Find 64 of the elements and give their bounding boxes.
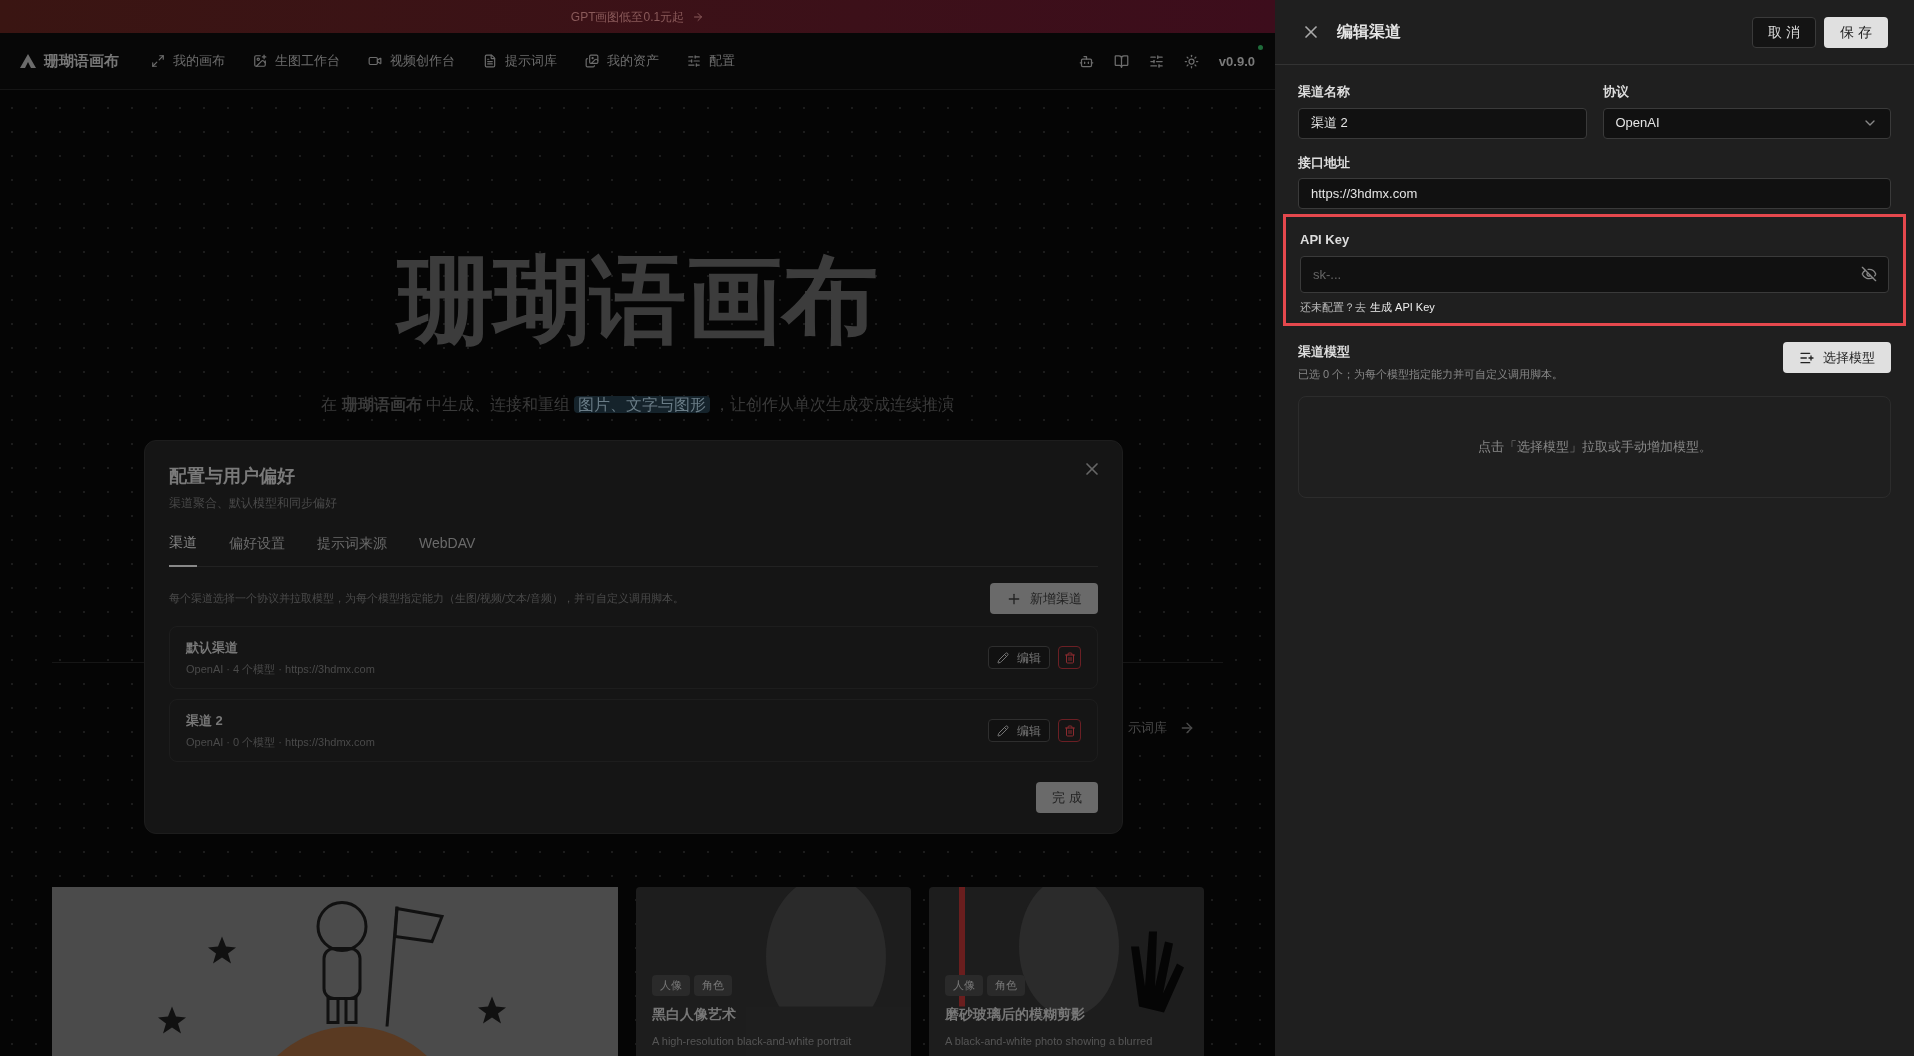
card-title: 磨砂玻璃后的模糊剪影 [945, 1004, 1086, 1024]
arrow-right-icon [692, 10, 705, 23]
promo-text[interactable]: GPT画图低至0.1元起 [570, 7, 685, 26]
hint-text: 还未配置？去 [1300, 299, 1366, 315]
tag: 角色 [987, 975, 1025, 996]
images-icon [585, 54, 599, 68]
delete-button[interactable] [1058, 646, 1081, 669]
card-title: 黑白人像艺术 [652, 1004, 737, 1024]
field-label: 渠道名称 [1298, 83, 1351, 101]
tab[interactable]: WebDAV [419, 532, 476, 566]
edit-button[interactable]: 编辑 [988, 646, 1050, 669]
tab[interactable]: 偏好设置 [229, 532, 285, 566]
nav-link[interactable]: 视频创作台 [368, 51, 455, 71]
save-button[interactable]: 保 存 [1824, 16, 1888, 48]
prompt-library-link[interactable]: 示词库 [1128, 718, 1167, 738]
video-icon [368, 54, 382, 68]
pencil-icon [997, 651, 1009, 664]
delete-button[interactable] [1058, 719, 1081, 742]
dialog-title: 配置与用户偏好 [169, 465, 295, 488]
tab[interactable]: 渠道 [169, 532, 197, 567]
add-channel-button[interactable]: 新增渠道 [990, 583, 1098, 614]
nav-link[interactable]: 配置 [687, 51, 735, 71]
models-hint: 已选 0 个；为每个模型指定能力并可自定义调用脚本。 [1298, 366, 1564, 382]
field-label: 接口地址 [1298, 153, 1351, 172]
book-icon[interactable] [1113, 53, 1129, 69]
field-label: 协议 [1602, 83, 1630, 101]
field-label: API Key [1300, 231, 1351, 249]
expand-icon [151, 54, 165, 68]
sun-icon[interactable] [1183, 53, 1199, 69]
nav-link[interactable]: 我的画布 [151, 51, 225, 71]
protocol-select[interactable]: OpenAI [1602, 107, 1891, 139]
field-label: 渠道模型 [1298, 343, 1351, 361]
pencil-icon [997, 724, 1009, 737]
robot-icon[interactable] [1078, 53, 1094, 69]
version-label: v0.9.0 [1218, 54, 1255, 69]
cancel-button[interactable]: 取 消 [1752, 16, 1816, 48]
select-model-button[interactable]: 选择模型 [1783, 342, 1891, 373]
trash-icon [1063, 724, 1076, 737]
tag: 角色 [694, 975, 732, 996]
channel-name: 渠道 2 [186, 711, 224, 730]
sliders-icon [687, 54, 701, 68]
api-key-input[interactable]: sk-... [1300, 255, 1889, 293]
channel-name-input[interactable]: 渠道 2 [1298, 107, 1587, 139]
empty-message: 点击「选择模型」拉取或手动增加模型。 [1477, 438, 1712, 457]
channel-name: 默认渠道 [186, 638, 239, 657]
document-icon [483, 54, 497, 68]
tab[interactable]: 提示词来源 [317, 532, 387, 566]
brand-name[interactable]: 珊瑚语画布 [44, 49, 119, 73]
done-button[interactable]: 完 成 [1036, 782, 1098, 813]
drawer-title: 编辑渠道 [1337, 22, 1401, 42]
logo-icon [20, 54, 36, 68]
eye-off-icon[interactable] [1861, 265, 1877, 282]
image-plus-icon [253, 54, 267, 68]
generate-key-link[interactable]: 生成 API Key [1370, 298, 1435, 315]
url-input[interactable]: https://3hdmx.com [1298, 178, 1891, 209]
edit-button[interactable]: 编辑 [988, 719, 1050, 742]
nav-link[interactable]: 提示词库 [483, 51, 557, 71]
promo-banner[interactable]: GPT画图低至0.1元起 [0, 0, 1275, 33]
nav-link[interactable]: 生图工作台 [253, 51, 340, 71]
sliders-icon[interactable] [1148, 53, 1164, 69]
nav-link[interactable]: 我的资产 [585, 51, 659, 71]
tag: 人像 [652, 975, 690, 996]
trash-icon [1063, 651, 1076, 664]
tag: 人像 [945, 975, 983, 996]
